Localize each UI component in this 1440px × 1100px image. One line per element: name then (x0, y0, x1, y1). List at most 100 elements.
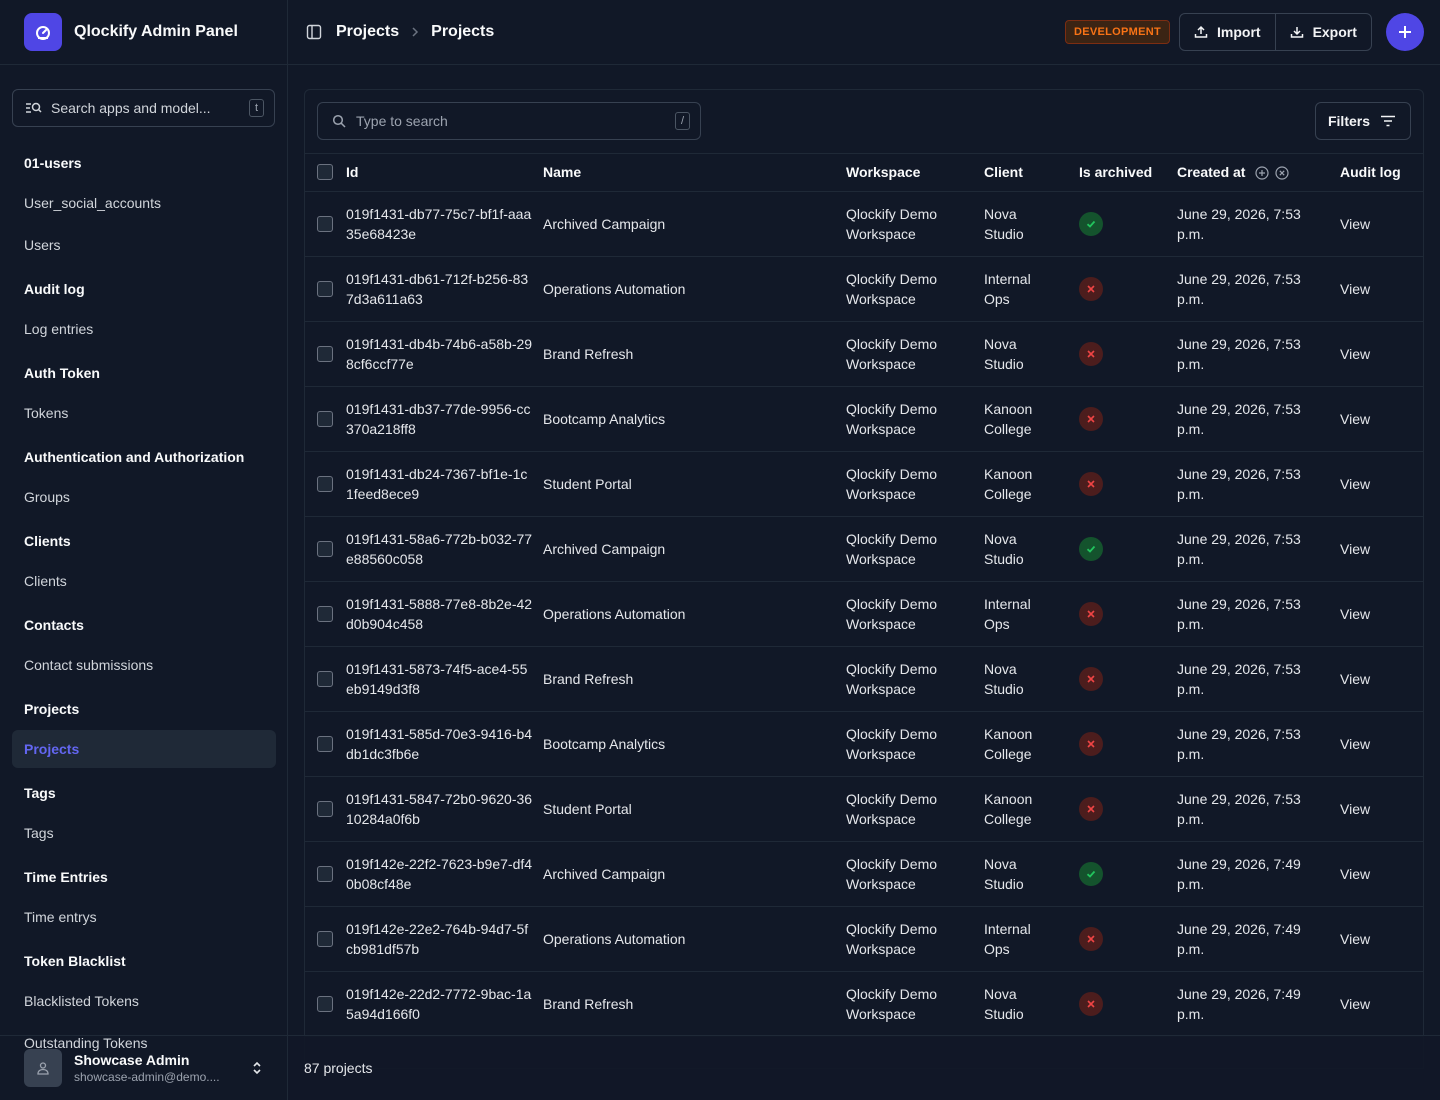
table-row[interactable]: 019f1431-5847-72b0-9620-3610284a0f6b Stud… (305, 776, 1423, 842)
cell-id[interactable]: 019f142e-22d2-7772-9bac-1a5a94d166f0 (346, 971, 543, 1037)
row-checkbox[interactable] (317, 670, 333, 687)
id-link[interactable]: 019f142e-22d2-7772-9bac-1a5a94d166f0 (346, 986, 531, 1022)
id-link[interactable]: 019f1431-db4b-74b6-a58b-298cf6ccf77e (346, 336, 532, 372)
row-checkbox[interactable] (317, 280, 333, 297)
column-header-client[interactable]: Client (984, 154, 1079, 192)
table-row[interactable]: 019f1431-db4b-74b6-a58b-298cf6ccf77e Bran… (305, 321, 1423, 387)
cell-id[interactable]: 019f1431-5873-74f5-ace4-55eb9149d3f8 (346, 646, 543, 712)
audit-view-link[interactable]: View (1340, 801, 1370, 817)
id-link[interactable]: 019f1431-5888-77e8-8b2e-42d0b904c458 (346, 596, 532, 632)
table-row[interactable]: 019f1431-58a6-772b-b032-77e88560c058 Arch… (305, 516, 1423, 582)
sidebar-item[interactable]: Clients (12, 562, 276, 600)
cell-id[interactable]: 019f1431-58a6-772b-b032-77e88560c058 (346, 516, 543, 582)
sidebar-item[interactable]: Users (12, 226, 276, 264)
import-button[interactable]: Import (1180, 14, 1275, 50)
projects-table: Id Name Workspace Client Is archived Cre… (305, 154, 1423, 1037)
row-checkbox[interactable] (317, 865, 333, 882)
cell-id[interactable]: 019f1431-db37-77de-9956-cc370a218ff8 (346, 386, 543, 452)
audit-view-link[interactable]: View (1340, 411, 1370, 427)
sidebar-item[interactable]: Tokens (12, 394, 276, 432)
cell-id[interactable]: 019f1431-5847-72b0-9620-3610284a0f6b (346, 776, 543, 842)
id-link[interactable]: 019f1431-db61-712f-b256-837d3a611a63 (346, 271, 528, 307)
row-checkbox[interactable] (317, 540, 333, 557)
export-button[interactable]: Export (1274, 14, 1371, 50)
breadcrumb-app[interactable]: Projects (336, 23, 399, 41)
select-all-checkbox[interactable] (317, 164, 333, 181)
add-project-button[interactable] (1386, 13, 1424, 51)
sidebar-item[interactable]: User_social_accounts (12, 184, 276, 222)
user-email: showcase-admin@demo.... (74, 1070, 220, 1084)
sidebar-item[interactable]: Tags (12, 814, 276, 852)
table-row[interactable]: 019f1431-585d-70e3-9416-b4db1dc3fb6e Boot… (305, 711, 1423, 777)
cell-id[interactable]: 019f1431-db4b-74b6-a58b-298cf6ccf77e (346, 321, 543, 387)
chevron-up-down-icon[interactable] (252, 1060, 262, 1079)
sidebar-item[interactable]: Blacklisted Tokens (12, 982, 276, 1020)
audit-view-link[interactable]: View (1340, 866, 1370, 882)
id-link[interactable]: 019f1431-db77-75c7-bf1f-aaa35e68423e (346, 206, 531, 242)
audit-view-link[interactable]: View (1340, 216, 1370, 232)
row-checkbox[interactable] (317, 345, 333, 362)
table-row[interactable]: 019f1431-db24-7367-bf1e-1c1feed8ece9 Stud… (305, 451, 1423, 517)
table-row[interactable]: 019f1431-db77-75c7-bf1f-aaa35e68423e Arch… (305, 191, 1423, 257)
id-link[interactable]: 019f1431-58a6-772b-b032-77e88560c058 (346, 531, 532, 567)
column-header-is-archived[interactable]: Is archived (1079, 154, 1177, 192)
audit-view-link[interactable]: View (1340, 346, 1370, 362)
column-header-workspace[interactable]: Workspace (846, 154, 984, 192)
row-checkbox[interactable] (317, 215, 333, 232)
cell-id[interactable]: 019f1431-585d-70e3-9416-b4db1dc3fb6e (346, 711, 543, 777)
table-row[interactable]: 019f1431-5888-77e8-8b2e-42d0b904c458 Oper… (305, 581, 1423, 647)
audit-view-link[interactable]: View (1340, 671, 1370, 687)
audit-view-link[interactable]: View (1340, 996, 1370, 1012)
row-checkbox[interactable] (317, 735, 333, 752)
row-checkbox[interactable] (317, 800, 333, 817)
cell-created-at: June 29, 2026, 7:49 p.m. (1177, 971, 1340, 1037)
id-link[interactable]: 019f142e-22e2-764b-94d7-5fcb981df57b (346, 921, 528, 957)
audit-view-link[interactable]: View (1340, 476, 1370, 492)
id-link[interactable]: 019f1431-5873-74f5-ace4-55eb9149d3f8 (346, 661, 527, 697)
sidebar-search-input[interactable]: Search apps and model... t (12, 89, 275, 127)
row-checkbox[interactable] (317, 930, 333, 947)
column-header-name[interactable]: Name (543, 154, 846, 192)
cell-id[interactable]: 019f1431-db61-712f-b256-837d3a611a63 (346, 256, 543, 322)
cell-id[interactable]: 019f1431-5888-77e8-8b2e-42d0b904c458 (346, 581, 543, 647)
id-link[interactable]: 019f1431-db24-7367-bf1e-1c1feed8ece9 (346, 466, 527, 502)
id-link[interactable]: 019f1431-5847-72b0-9620-3610284a0f6b (346, 791, 532, 827)
cell-id[interactable]: 019f1431-db24-7367-bf1e-1c1feed8ece9 (346, 451, 543, 517)
table-row[interactable]: 019f1431-5873-74f5-ace4-55eb9149d3f8 Bran… (305, 646, 1423, 712)
cell-id[interactable]: 019f142e-22e2-764b-94d7-5fcb981df57b (346, 906, 543, 972)
sidebar-item[interactable]: Log entries (12, 310, 276, 348)
sidebar-item[interactable]: Groups (12, 478, 276, 516)
table-row[interactable]: 019f142e-22d2-7772-9bac-1a5a94d166f0 Bran… (305, 971, 1423, 1037)
column-header-created-at[interactable]: Created at (1177, 154, 1340, 192)
table-row[interactable]: 019f142e-22e2-764b-94d7-5fcb981df57b Oper… (305, 906, 1423, 972)
table-search-input[interactable]: Type to search / (317, 102, 701, 140)
table-row[interactable]: 019f1431-db37-77de-9956-cc370a218ff8 Boot… (305, 386, 1423, 452)
sort-add-icon[interactable] (1255, 166, 1269, 180)
id-link[interactable]: 019f1431-db37-77de-9956-cc370a218ff8 (346, 401, 530, 437)
audit-view-link[interactable]: View (1340, 736, 1370, 752)
table-row[interactable]: 019f142e-22f2-7623-b9e7-df40b08cf48e Arch… (305, 841, 1423, 907)
audit-view-link[interactable]: View (1340, 281, 1370, 297)
cell-id[interactable]: 019f142e-22f2-7623-b9e7-df40b08cf48e (346, 841, 543, 907)
id-link[interactable]: 019f1431-585d-70e3-9416-b4db1dc3fb6e (346, 726, 532, 762)
cell-id[interactable]: 019f1431-db77-75c7-bf1f-aaa35e68423e (346, 191, 543, 257)
audit-view-link[interactable]: View (1340, 606, 1370, 622)
row-checkbox[interactable] (317, 410, 333, 427)
row-checkbox[interactable] (317, 995, 333, 1012)
column-header-id[interactable]: Id (346, 154, 543, 192)
sort-remove-icon[interactable] (1275, 166, 1289, 180)
sidebar-item[interactable]: Time entrys (12, 898, 276, 936)
sidebar-item[interactable]: Contact submissions (12, 646, 276, 684)
brand[interactable]: Qlockify Admin Panel (0, 0, 287, 65)
cell-created-at: June 29, 2026, 7:53 p.m. (1177, 711, 1340, 777)
user-menu[interactable]: Showcase Admin showcase-admin@demo.... (0, 1035, 288, 1100)
sidebar-toggle-icon[interactable] (306, 24, 322, 40)
row-checkbox[interactable] (317, 605, 333, 622)
row-checkbox[interactable] (317, 475, 333, 492)
audit-view-link[interactable]: View (1340, 931, 1370, 947)
id-link[interactable]: 019f142e-22f2-7623-b9e7-df40b08cf48e (346, 856, 532, 892)
sidebar-item[interactable]: Projects (12, 730, 276, 768)
filters-button[interactable]: Filters (1314, 102, 1411, 140)
audit-view-link[interactable]: View (1340, 541, 1370, 557)
table-row[interactable]: 019f1431-db61-712f-b256-837d3a611a63 Oper… (305, 256, 1423, 322)
